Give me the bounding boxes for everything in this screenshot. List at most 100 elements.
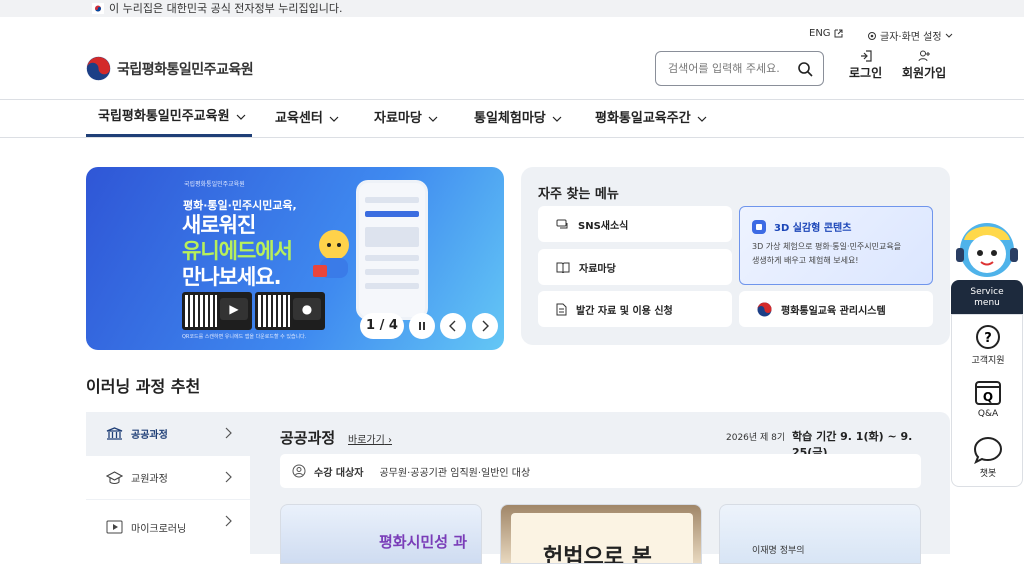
chevron-down-icon xyxy=(945,33,952,38)
side-item-support[interactable]: ? 고객지원 xyxy=(952,323,1024,366)
add-user-icon xyxy=(918,50,930,62)
course-card-title: 평화시민성 과 xyxy=(379,533,468,551)
course-card-title: 이재명 정부의 xyxy=(752,546,805,556)
banner-line: 만나보세요. xyxy=(182,265,282,289)
gnb-item-label: 통일체험마당 xyxy=(474,110,546,126)
banner-line-highlight: 유니에드에서 xyxy=(182,239,293,263)
signup-button[interactable]: 회원가입 xyxy=(902,50,946,81)
elearning-section-title: 이러닝 과정 추천 xyxy=(86,377,201,396)
menu-publications[interactable]: 발간 자료 및 이용 신청 xyxy=(538,291,732,327)
menu-label: 자료마당 xyxy=(579,263,616,275)
mascot-character-icon xyxy=(956,223,1018,277)
signup-label: 회원가입 xyxy=(902,66,947,80)
menu-3d-content[interactable]: 3D 실감형 콘텐츠 3D 가상 체험으로 평화·통일·민주시민교육을 생생하게… xyxy=(739,206,933,285)
course-card[interactable]: 이재명 정부의 xyxy=(719,504,921,564)
gnb-item-education-week[interactable]: 평화통일교육주간 xyxy=(595,100,707,137)
service-menu-tag: Service menu xyxy=(951,280,1023,315)
play-store-icon: ▶ xyxy=(220,298,248,320)
banner-headline: 새로워진 유니에드에서 만나보세요. xyxy=(182,212,293,290)
tab-public-course[interactable]: 공공과정 xyxy=(86,412,250,455)
target-value: 공무원·공공기관 임직원·일반인 대상 xyxy=(379,467,531,479)
banner-note: QR코드를 스캔하면 유니에드 앱을 다운로드할 수 있습니다. xyxy=(182,334,307,340)
more-link-label: 바로가기 xyxy=(348,435,385,446)
search-placeholder: 검색어를 입력해 주세요. xyxy=(668,62,780,75)
chevron-right-icon xyxy=(225,471,232,483)
course-title: 공공과정 xyxy=(280,429,336,447)
course-card-title: 헌법으로 본 xyxy=(543,545,652,564)
course-more-link[interactable]: 바로가기 › xyxy=(348,431,392,446)
phone-illustration xyxy=(356,180,428,320)
banner-line: 새로워진 xyxy=(182,213,256,237)
document-icon xyxy=(556,303,567,315)
svg-text:?: ? xyxy=(984,331,992,346)
search-icon[interactable] xyxy=(797,61,813,77)
chevron-right-icon xyxy=(225,427,232,439)
frequent-menu-title: 자주 찾는 메뉴 xyxy=(538,187,619,202)
qr-code-icon xyxy=(185,295,217,327)
side-item-qna[interactable]: Q Q&A xyxy=(952,379,1024,419)
course-card[interactable]: 평화시민성 과 xyxy=(280,504,482,564)
external-link-icon xyxy=(834,29,843,38)
gnb-item-label: 자료마당 xyxy=(374,110,422,126)
desc-line: 생생하게 배우고 체험해 보세요! xyxy=(752,256,859,265)
course-target-box: 수강 대상자 공무원·공공기관 임직원·일반인 대상 xyxy=(280,454,921,488)
frequent-menu: 자주 찾는 메뉴 SNS새소식 자료마당 발간 자료 및 이용 신청 3D 실감… xyxy=(521,167,950,345)
side-item-chatbot[interactable]: 챗봇 xyxy=(952,436,1024,479)
mascot-illustration xyxy=(313,230,349,278)
gnb-item-education-center[interactable]: 교육센터 xyxy=(275,100,339,137)
android-qr: ▶ xyxy=(182,292,252,330)
menu-management-system[interactable]: 평화통일교육 관리시스템 xyxy=(739,291,933,327)
display-settings-label: 글자·화면 설정 xyxy=(880,32,942,43)
login-label: 로그인 xyxy=(849,66,883,80)
side-item-label: 고객지원 xyxy=(971,356,1005,366)
gnb-item-label: 국립평화통일민주교육원 xyxy=(98,109,230,124)
pause-icon xyxy=(419,322,425,330)
tab-label: 교원과정 xyxy=(131,474,168,485)
chatbot-icon xyxy=(973,436,1003,464)
side-item-label: Q&A xyxy=(977,409,999,419)
next-slide-button[interactable] xyxy=(472,313,498,339)
headset-question-icon: ? xyxy=(976,325,1000,349)
lang-link-label: ENG xyxy=(809,28,831,39)
main-navigation: 국립평화통일민주교육원 교육센터 자료마당 통일체험마당 평화통일교육주간 xyxy=(0,100,1024,138)
banner-org: 국립평화통일민주교육원 xyxy=(184,181,245,188)
cube-3d-icon xyxy=(752,219,766,234)
display-settings-button[interactable]: 글자·화면 설정 xyxy=(867,28,953,43)
gnb-item-institute[interactable]: 국립평화통일민주교육원 xyxy=(86,100,252,137)
chevron-down-icon xyxy=(428,116,438,122)
book-icon xyxy=(556,262,570,273)
login-button[interactable]: 로그인 xyxy=(849,50,882,81)
user-circle-icon xyxy=(292,464,306,478)
site-logo[interactable]: 국립평화통일민주교육원 xyxy=(86,56,254,81)
elearning-panel: 공공과정 교원과정 마이크로러닝 공공과정 바로가기 › 2026년 제 8기 … xyxy=(86,412,950,564)
site-name: 국립평화통일민주교육원 xyxy=(117,61,254,78)
menu-label: 평화통일교육 관리시스템 xyxy=(781,305,886,317)
gov-notice-text: 이 누리집은 대한민국 공식 전자정부 누리집입니다. xyxy=(109,2,343,15)
slide-counter: 1 / 4 xyxy=(360,313,404,339)
gnb-item-resources[interactable]: 자료마당 xyxy=(374,100,438,137)
banner-subheadline: 평화·통일·민주시민교육, xyxy=(183,199,297,212)
menu-label: SNS새소식 xyxy=(578,220,629,232)
menu-resources[interactable]: 자료마당 xyxy=(538,249,732,285)
tag-line: Service xyxy=(970,287,1004,297)
tab-microlearning[interactable]: 마이크로러닝 xyxy=(86,500,250,554)
desc-line: 3D 가상 체험으로 평화·통일·민주시민교육을 xyxy=(752,242,902,251)
gnb-item-experience[interactable]: 통일체험마당 xyxy=(474,100,562,137)
side-floating-menu: Service menu ? 고객지원 Q Q&A 챗봇 xyxy=(950,210,1024,490)
tab-label: 마이크로러닝 xyxy=(131,523,187,535)
tab-teacher-course[interactable]: 교원과정 xyxy=(86,456,250,499)
prev-slide-button[interactable] xyxy=(440,313,466,339)
lang-link[interactable]: ENG xyxy=(809,28,843,39)
menu-label: 3D 실감형 콘텐츠 xyxy=(774,223,852,234)
chevron-right-icon xyxy=(482,320,489,332)
pause-button[interactable] xyxy=(409,313,435,339)
menu-sns-news[interactable]: SNS새소식 xyxy=(538,206,732,242)
course-card[interactable]: 헌법으로 본 xyxy=(500,504,702,564)
chevron-down-icon xyxy=(552,116,562,122)
chat-icon xyxy=(556,219,568,228)
side-item-label: 챗봇 xyxy=(979,469,997,479)
graduation-cap-icon xyxy=(106,470,123,484)
view-icon xyxy=(868,31,876,40)
search-input[interactable]: 검색어를 입력해 주세요. xyxy=(655,51,824,86)
gnb-item-label: 교육센터 xyxy=(275,110,323,126)
